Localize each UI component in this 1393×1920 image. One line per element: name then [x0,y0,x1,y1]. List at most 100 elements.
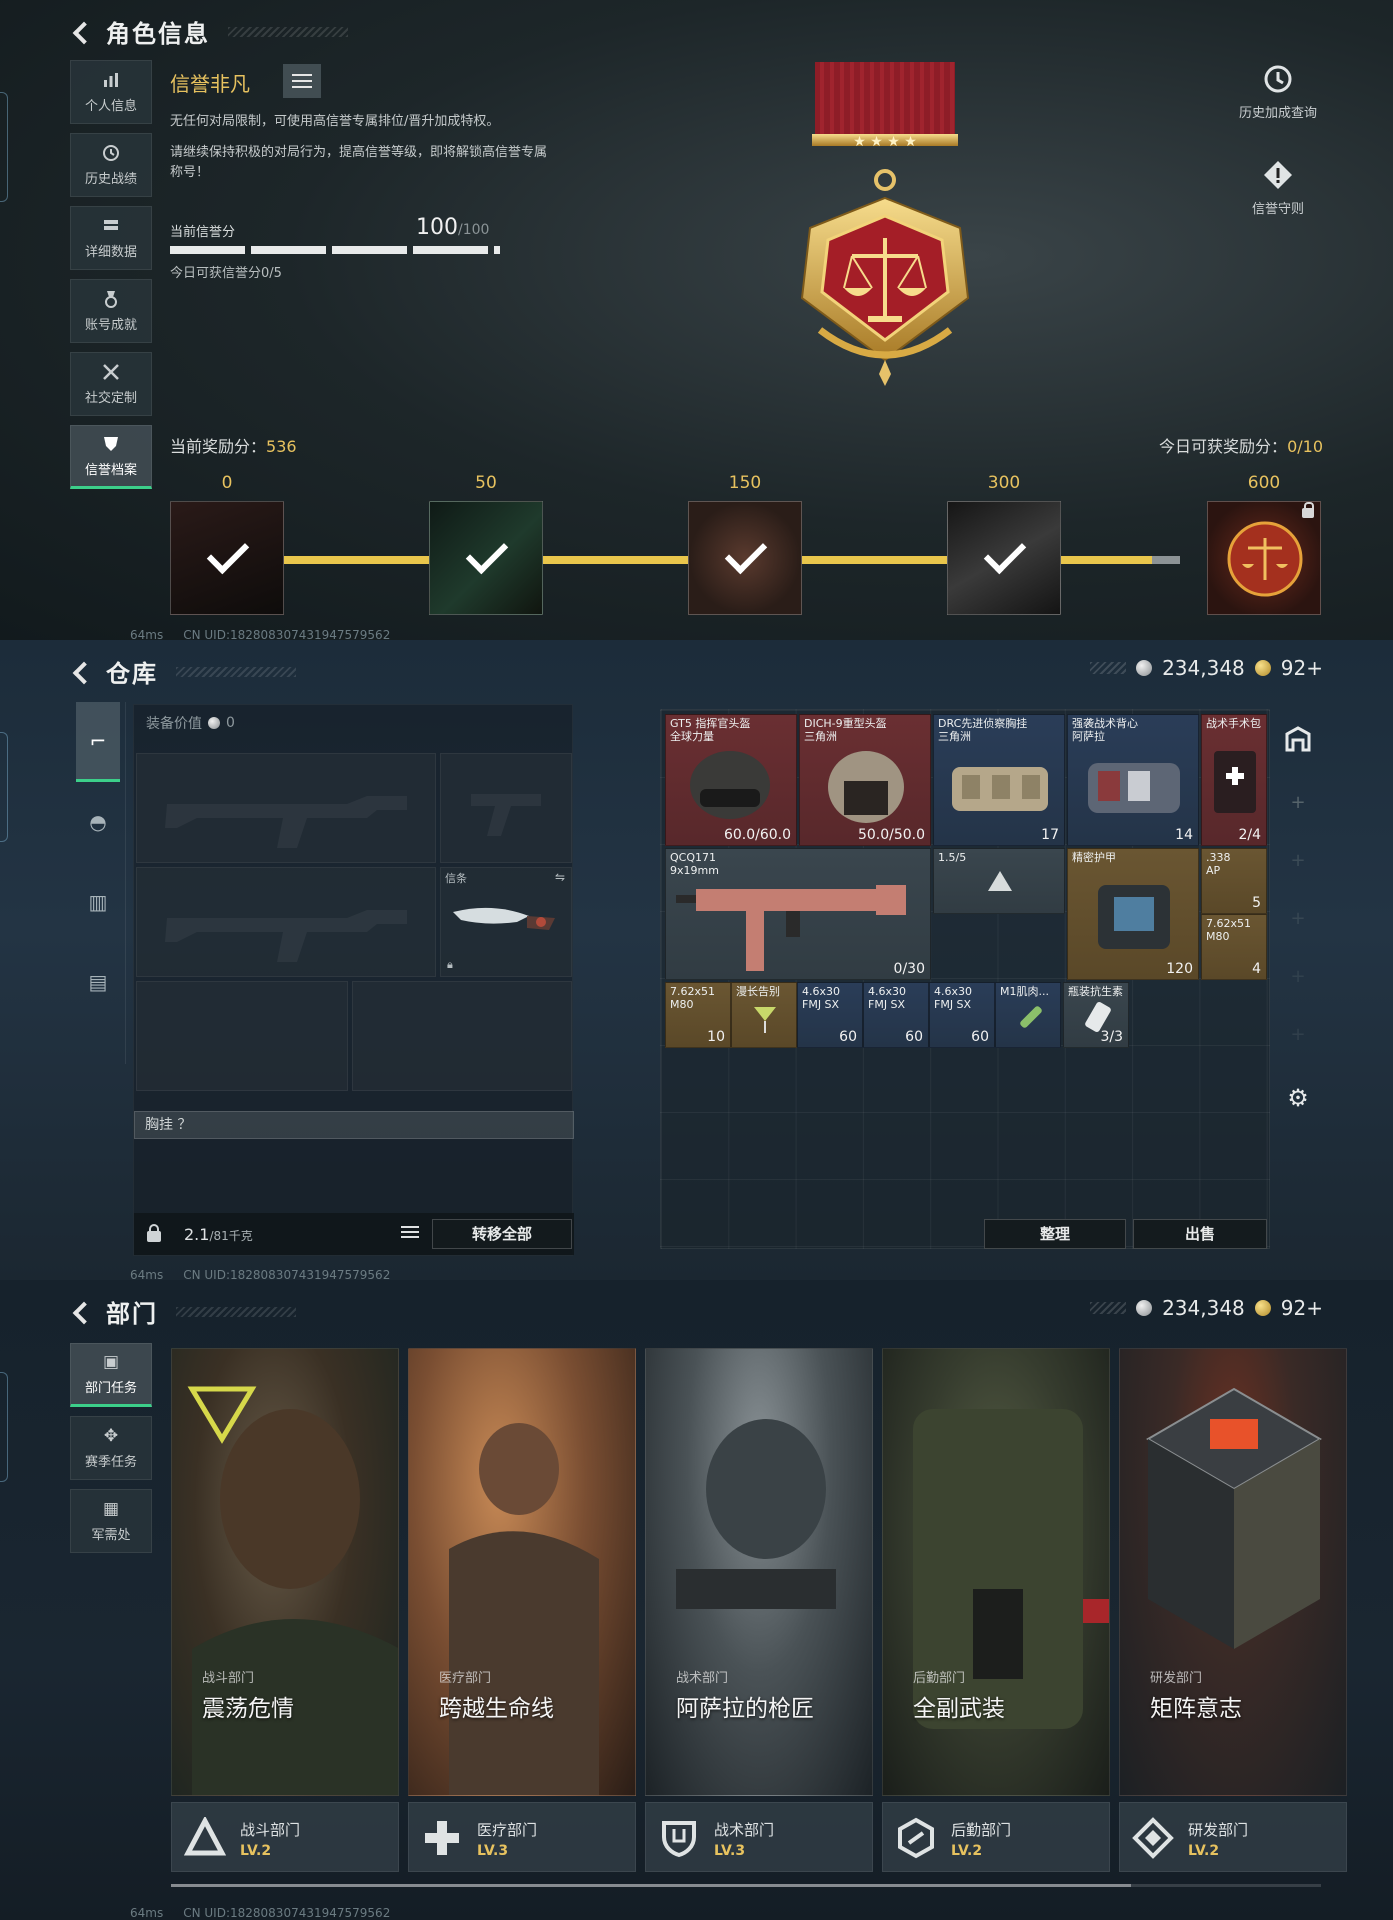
item-m1-muscle[interactable]: M1肌肉... [995,982,1061,1048]
add-stash-icon[interactable]: + [1278,948,1318,1006]
item-name: 4.6x30 FMJ SX [934,985,973,1011]
tab-personal-info[interactable]: 个人信息 [70,60,152,124]
tab-social-custom[interactable]: 社交定制 [70,352,152,416]
add-stash-icon[interactable]: + [1278,832,1318,890]
item-qcq171-smg[interactable]: QCQ171 9x19mm 0/30 [665,848,931,980]
primary-weapon-slot[interactable] [136,753,436,863]
tab-department-tasks[interactable]: ▣ 部门任务 [70,1343,152,1407]
department-artwork: 战术部门 阿萨拉的枪匠 [645,1348,873,1796]
rifle-silhouette-icon [165,910,407,962]
warehouse-icon[interactable] [1283,724,1313,754]
add-stash-icon[interactable]: + [1278,890,1318,948]
melee-slot[interactable]: 信条 ⇋ 🔒︎ [440,867,572,977]
item-long-goodbye[interactable]: 漫长告别 [731,982,797,1048]
reward-milestone-300[interactable]: 300 [947,473,1061,615]
secondary-weapon-slot[interactable] [136,867,436,977]
back-arrow-icon[interactable] [70,1301,92,1323]
item-assault-vest[interactable]: 强袭战术背心 阿萨拉 14 [1067,714,1199,846]
lock-icon[interactable] [146,1224,162,1242]
tab-detailed-data[interactable]: 详细数据 [70,206,152,270]
item-name: DICH-9重型头盔 三角洲 [804,717,887,743]
lock-icon: 🔒︎ [447,958,453,971]
gold-amount[interactable]: 92+ [1281,656,1323,680]
department-card-medical[interactable]: 医疗部门 跨越生命线 医疗部门 LV.3 [408,1348,636,1878]
silver-coin-icon [208,717,220,729]
back-arrow-icon[interactable] [70,21,92,43]
item-durability: 60.0/60.0 [723,827,791,843]
helmet-slot[interactable] [136,981,348,1091]
honor-list-button[interactable] [283,64,321,98]
tab-history-record[interactable]: 历史战绩 [70,133,152,197]
reward-milestone-0[interactable]: 0 [170,473,284,615]
department-scrollbar[interactable] [171,1884,1321,1887]
sell-button[interactable]: 出售 [1133,1219,1267,1249]
currency-display: 234,348 92+ [1090,1296,1323,1320]
item-ammo: 0/30 [893,961,925,977]
add-stash-icon[interactable]: + [1278,1006,1318,1064]
back-arrow-icon[interactable] [70,661,92,683]
tab-season-tasks[interactable]: ✥ 赛季任务 [70,1416,152,1480]
item-762-ammo-stack[interactable]: 7.62x51 M80 10 [665,982,731,1048]
gold-amount[interactable]: 92+ [1281,1296,1323,1320]
tab-vest[interactable]: ▥ [76,862,120,942]
item-dich9-helmet[interactable]: DICH-9重型头盔 三角洲 50.0/50.0 [799,714,931,846]
department-card-combat[interactable]: 战斗部门 震荡危情 战斗部门 LV.2 [171,1348,399,1878]
swap-icon[interactable]: ⇋ [555,870,565,884]
department-card-logistics[interactable]: 后勤部门 全副武装 后勤部门 LV.2 [882,1348,1110,1878]
add-stash-icon[interactable]: + [1278,774,1318,832]
network-info: 64ms CN UID:182808307431947579562 [70,628,390,640]
reward-item-box [429,501,543,615]
season-icon: ✥ [103,1426,119,1446]
chest-rig-bar[interactable]: 胸挂 ？ [134,1111,574,1139]
tab-label: 赛季任务 [84,1455,137,1470]
reward-item-box [1207,501,1321,615]
department-level: LV.2 [240,1843,272,1859]
transfer-all-button[interactable]: 转移全部 [432,1219,572,1249]
department-card-tactical[interactable]: 战术部门 阿萨拉的枪匠 战术部门 LV.3 [645,1348,873,1878]
tab-backpack[interactable]: ▤ [76,942,120,1022]
operator-portrait-icon [187,1386,398,1795]
credit-rules-button[interactable]: 信誉守则 [1238,158,1318,217]
reward-item-box [947,501,1061,615]
item-antibiotics[interactable]: 瓶装抗生素 3/3 [1063,982,1129,1048]
stash-sidebar: + + + + + ⚙ [1278,720,1318,1112]
settings-gear-icon[interactable]: ⚙ [1278,1084,1318,1112]
tab-helmet[interactable]: ◓ [76,782,120,862]
svg-text:★ ★ ★ ★: ★ ★ ★ ★ [853,134,917,150]
combat-dept-icon [184,1817,226,1856]
operator-portrait-icon [449,1423,599,1795]
history-bonus-query-button[interactable]: 历史加成查询 [1238,62,1318,121]
department-card-research[interactable]: 研发部门 矩阵意志 研发部门 LV.2 [1119,1348,1347,1878]
item-name: QCQ171 9x19mm [670,851,719,877]
item-762-ammo[interactable]: 7.62x51 M80 4 [1201,914,1267,980]
item-46x30-ammo-3[interactable]: 4.6x30 FMJ SX 60 [929,982,995,1048]
item-46x30-ammo-1[interactable]: 4.6x30 FMJ SX 60 [797,982,863,1048]
reward-milestone-600[interactable]: 600 [1207,473,1321,615]
tab-label: 部门任务 [84,1381,137,1396]
tab-credit-file[interactable]: 信誉档案 [70,425,152,489]
item-name: .338 AP [1206,851,1231,877]
item-small-part[interactable]: 1.5/5 [933,848,1065,914]
today-credit-label: 今日可获信誉分0/5 [170,266,282,281]
sort-button[interactable]: 整理 [984,1219,1126,1249]
tab-quartermaster[interactable]: ▦ 军需处 [70,1489,152,1553]
item-drc-chest-rig[interactable]: DRC先进侦察胸挂 三角洲 17 [933,714,1065,846]
milestone-points: 0 [221,473,233,493]
tab-achievements[interactable]: 账号成就 [70,279,152,343]
carry-weight: 2.1/81千克 [184,1225,253,1244]
tab-weapons[interactable]: ⌐ [76,702,120,782]
item-46x30-ammo-2[interactable]: 4.6x30 FMJ SX 60 [863,982,929,1048]
reward-milestone-50[interactable]: 50 [429,473,543,615]
department-level: LV.2 [1188,1843,1220,1859]
sidearm-slot[interactable] [440,753,572,863]
list-icon[interactable] [401,1226,419,1240]
item-338-ammo[interactable]: .338 AP 5 [1201,848,1267,914]
armor-slot[interactable] [352,981,572,1091]
item-surgery-kit[interactable]: 战术手术包 2/4 [1201,714,1267,846]
item-precision-armor[interactable]: 精密护甲 120 [1067,848,1199,980]
item-gt5-helmet[interactable]: GT5 指挥官头盔 全球力量 60.0/60.0 [665,714,797,846]
warning-diamond-icon [1264,161,1292,189]
reward-milestone-150[interactable]: 150 [688,473,802,615]
history-bonus-label: 历史加成查询 [1238,106,1317,121]
score-max: /100 [458,222,490,238]
